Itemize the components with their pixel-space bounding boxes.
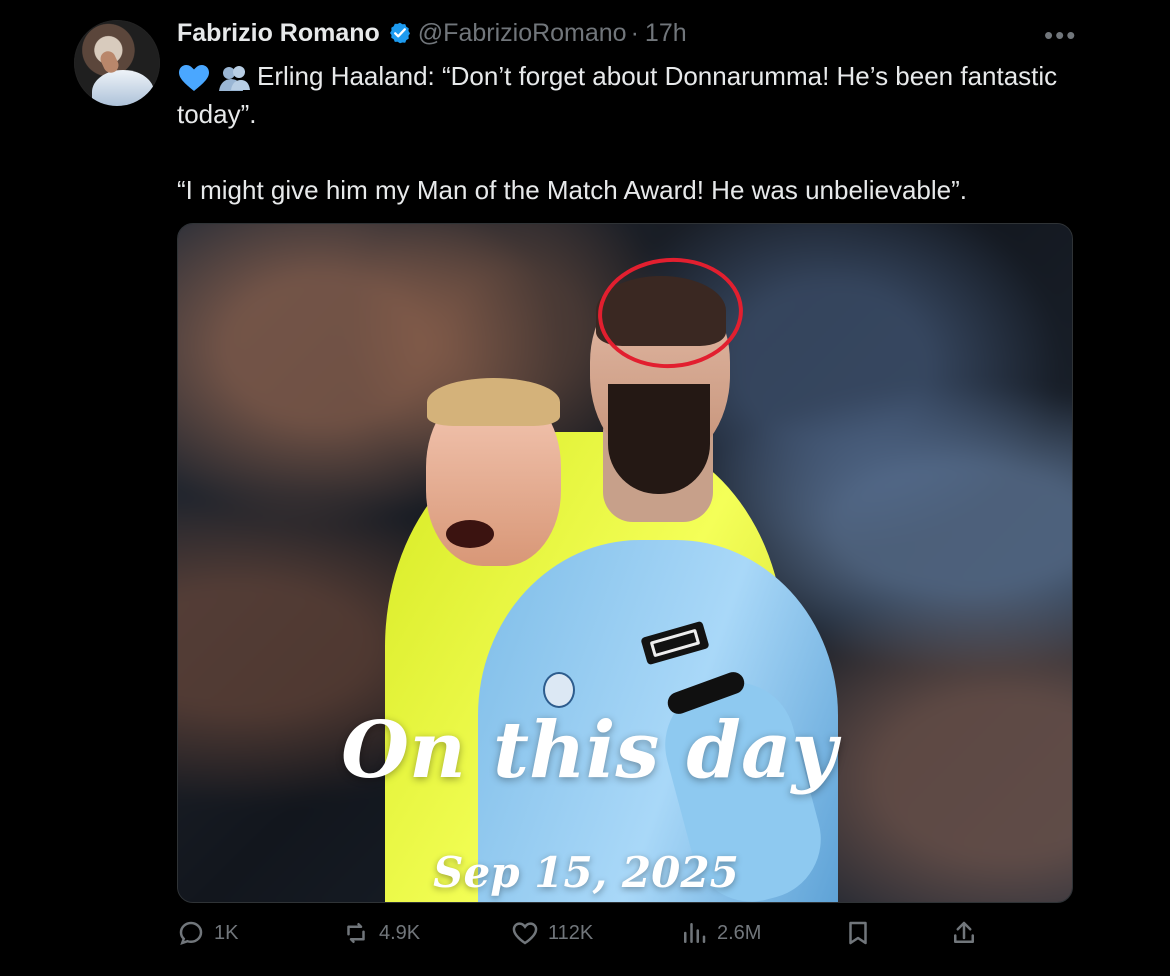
repost-icon: [347, 923, 365, 943]
repost-count: 4.9K: [379, 921, 421, 944]
goalkeeper-beard: [608, 384, 710, 494]
reply-count: 1K: [214, 921, 239, 944]
image-overlay-date: Sep 15, 2025: [433, 848, 739, 897]
bookmark-icon: [849, 921, 867, 945]
tweet-header: Fabrizio Romano @FabrizioRomano · 17h: [177, 18, 687, 48]
player-hair: [427, 378, 560, 426]
tweet-image[interactable]: On this day Sep 15, 2025: [177, 223, 1073, 903]
speaking-people-icon: [219, 66, 250, 92]
share-icon: [954, 921, 974, 943]
tweet-text: Erling Haaland: “Don’t forget about Donn…: [177, 57, 1077, 209]
meta-separator: ·: [630, 18, 639, 47]
blue-heart-icon: [179, 65, 209, 92]
more-horizontal-icon[interactable]: •••: [1044, 20, 1077, 51]
repost-button[interactable]: 4.9K: [341, 913, 420, 953]
view-count: 2.6M: [717, 921, 762, 944]
player-mouth: [446, 520, 494, 548]
profile-avatar[interactable]: [74, 20, 160, 106]
tweet-line-1: Erling Haaland: “Don’t forget about Donn…: [177, 61, 1058, 129]
share-button[interactable]: [949, 913, 979, 953]
reply-button[interactable]: 1K: [176, 913, 238, 953]
tweet-time[interactable]: 17h: [645, 19, 687, 48]
tweet-paragraph-1: Erling Haaland: “Don’t forget about Donn…: [177, 57, 1077, 133]
reply-icon: [179, 921, 203, 945]
image-overlay-title: On this day: [341, 705, 837, 796]
author-name[interactable]: Fabrizio Romano: [177, 19, 380, 48]
heart-icon: [512, 922, 538, 945]
tweet-paragraph-2: “I might give him my Man of the Match Aw…: [177, 175, 967, 205]
avatar-shirt: [92, 70, 154, 106]
views-button[interactable]: 2.6M: [679, 913, 761, 953]
author-handle[interactable]: @FabrizioRomano: [418, 19, 627, 48]
club-crest: [543, 672, 575, 708]
bookmark-button[interactable]: [843, 913, 873, 953]
verified-badge-icon: [389, 22, 410, 44]
like-count: 112K: [548, 921, 594, 944]
like-button[interactable]: 112K: [510, 913, 593, 953]
tweet-actions: 1K 4.9K 112K 2.6M: [176, 913, 986, 953]
views-icon: [684, 923, 706, 943]
